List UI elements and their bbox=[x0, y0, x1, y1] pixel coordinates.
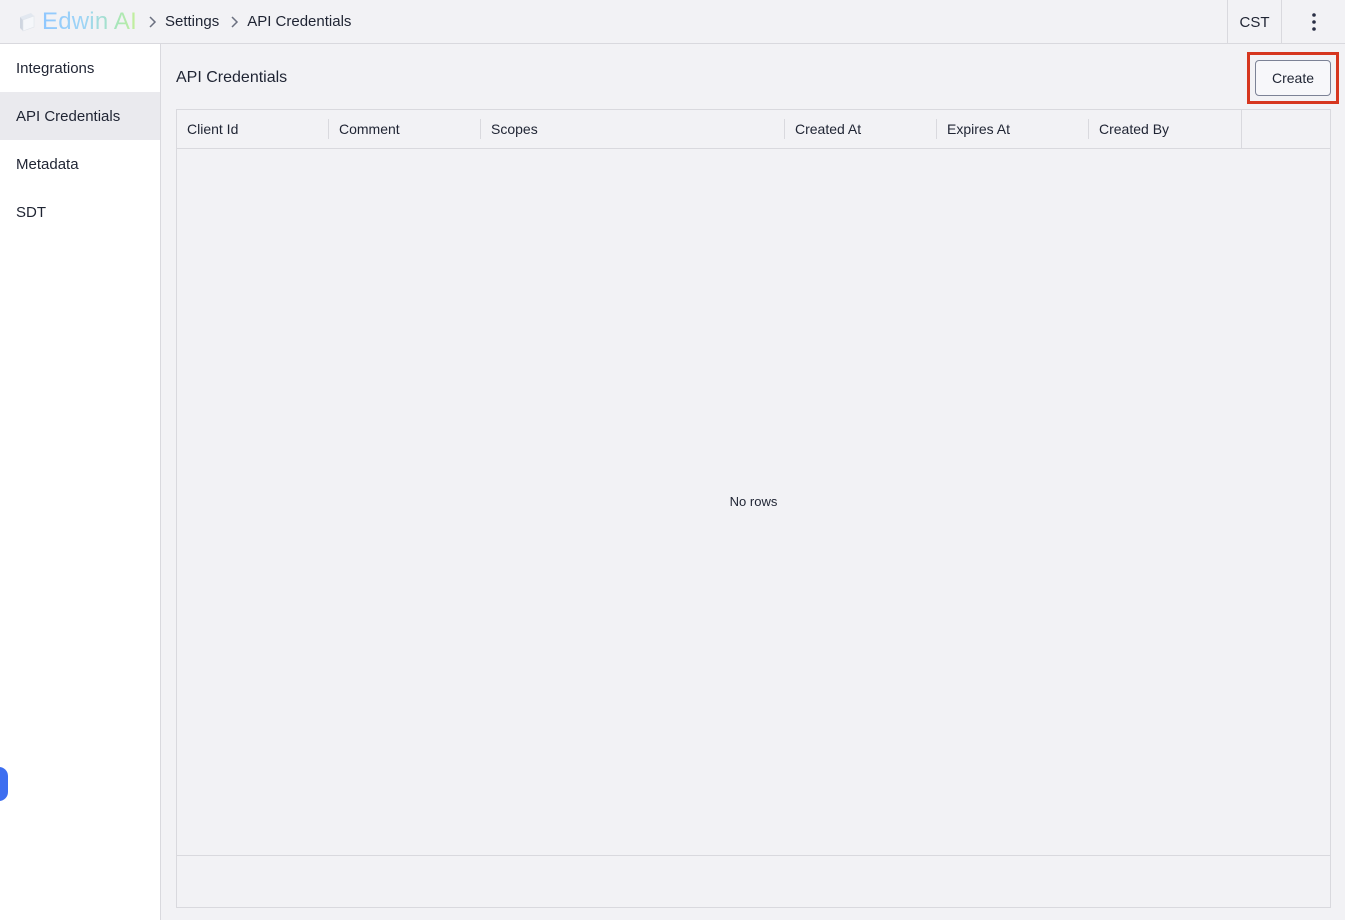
column-label: Client Id bbox=[187, 121, 239, 137]
sidebar-item-metadata[interactable]: Metadata bbox=[0, 140, 160, 188]
page-title: API Credentials bbox=[176, 69, 288, 86]
table-header: Client Id Comment Scopes Created At Expi… bbox=[177, 110, 1330, 149]
top-bar: Edwin AI Settings API Credentials CST bbox=[0, 0, 1345, 44]
edwin-ai-logo-icon bbox=[20, 12, 35, 31]
app-logo[interactable]: Edwin AI bbox=[14, 8, 137, 36]
credentials-table: Client Id Comment Scopes Created At Expi… bbox=[176, 109, 1331, 908]
timezone-selector[interactable]: CST bbox=[1227, 0, 1281, 44]
settings-sidebar: Integrations API Credentials Metadata SD… bbox=[0, 44, 161, 920]
more-menu-button[interactable] bbox=[1281, 0, 1345, 44]
sidebar-item-integrations[interactable]: Integrations bbox=[0, 44, 160, 92]
column-label: Scopes bbox=[491, 121, 538, 137]
top-bar-actions: CST bbox=[1227, 0, 1345, 44]
breadcrumb-api-credentials: API Credentials bbox=[247, 13, 352, 30]
column-header-client-id[interactable]: Client Id bbox=[177, 110, 329, 148]
column-header-created-at[interactable]: Created At bbox=[785, 110, 937, 148]
breadcrumb-settings[interactable]: Settings bbox=[165, 13, 219, 30]
help-launcher-button[interactable] bbox=[0, 767, 8, 801]
column-label: Created By bbox=[1099, 121, 1170, 137]
sidebar-item-sdt[interactable]: SDT bbox=[0, 188, 160, 236]
kebab-menu-icon bbox=[1311, 13, 1316, 31]
column-header-scopes[interactable]: Scopes bbox=[481, 110, 785, 148]
column-header-created-by[interactable]: Created By bbox=[1089, 110, 1241, 148]
main-content: API Credentials Create Client Id Comment… bbox=[161, 44, 1345, 920]
chevron-right-icon bbox=[149, 15, 157, 28]
empty-state-text: No rows bbox=[729, 494, 778, 509]
table-footer bbox=[177, 855, 1330, 907]
column-header-filler bbox=[1241, 110, 1330, 148]
column-label: Expires At bbox=[947, 121, 1011, 137]
create-button[interactable]: Create bbox=[1255, 60, 1331, 96]
column-header-comment[interactable]: Comment bbox=[329, 110, 481, 148]
column-label: Comment bbox=[339, 121, 400, 137]
sidebar-item-api-credentials[interactable]: API Credentials bbox=[0, 92, 160, 140]
chevron-right-icon bbox=[231, 15, 239, 28]
column-header-expires-at[interactable]: Expires At bbox=[937, 110, 1089, 148]
column-label: Created At bbox=[795, 121, 862, 137]
app-name: Edwin AI bbox=[42, 7, 137, 35]
